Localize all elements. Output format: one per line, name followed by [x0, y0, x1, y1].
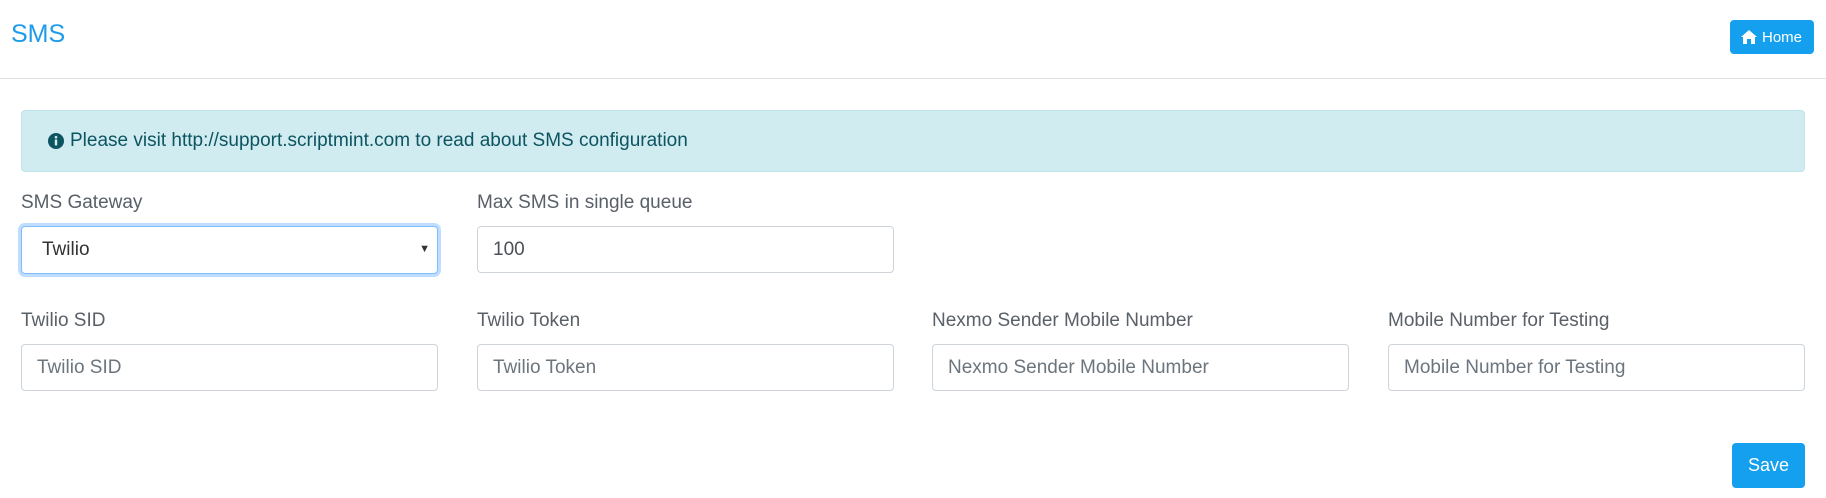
credentials-row: Twilio SID Twilio Token Nexmo Sender Mob… — [21, 310, 1805, 428]
nexmo-sender-label: Nexmo Sender Mobile Number — [932, 310, 1193, 331]
test-number-field: Mobile Number for Testing — [1388, 310, 1805, 391]
max-sms-field: Max SMS in single queue — [477, 192, 894, 273]
info-circle-icon — [48, 133, 64, 149]
home-icon — [1740, 30, 1757, 44]
sms-gateway-field: SMS Gateway Twilio ▼ — [21, 192, 438, 274]
save-button[interactable]: Save — [1732, 443, 1805, 488]
page-header: SMS Home — [0, 0, 1826, 79]
gateway-row: SMS Gateway Twilio ▼ Max SMS in single q… — [21, 192, 1805, 310]
twilio-sid-field: Twilio SID — [21, 310, 438, 391]
max-sms-input[interactable] — [477, 226, 894, 273]
twilio-sid-label: Twilio SID — [21, 310, 106, 331]
nexmo-sender-field: Nexmo Sender Mobile Number — [932, 310, 1349, 391]
twilio-sid-input[interactable] — [21, 344, 438, 391]
page-title: SMS — [11, 20, 66, 48]
info-alert: Please visit http://support.scriptmint.c… — [21, 110, 1805, 172]
max-sms-label: Max SMS in single queue — [477, 192, 693, 213]
test-number-input[interactable] — [1388, 344, 1805, 391]
sms-settings-form: Please visit http://support.scriptmint.c… — [0, 110, 1826, 428]
sms-gateway-label: SMS Gateway — [21, 192, 143, 213]
twilio-token-label: Twilio Token — [477, 310, 581, 331]
info-alert-text: Please visit http://support.scriptmint.c… — [70, 130, 688, 151]
home-button-label: Home — [1761, 28, 1802, 46]
nexmo-sender-input[interactable] — [932, 344, 1349, 391]
home-button[interactable]: Home — [1729, 20, 1814, 54]
sms-gateway-select[interactable]: Twilio ▼ — [21, 226, 438, 274]
sms-gateway-value[interactable]: Twilio — [21, 226, 438, 274]
test-number-label: Mobile Number for Testing — [1388, 310, 1610, 331]
twilio-token-input[interactable] — [477, 344, 894, 391]
twilio-token-field: Twilio Token — [477, 310, 894, 391]
caret-down-icon: ▼ — [419, 243, 430, 255]
